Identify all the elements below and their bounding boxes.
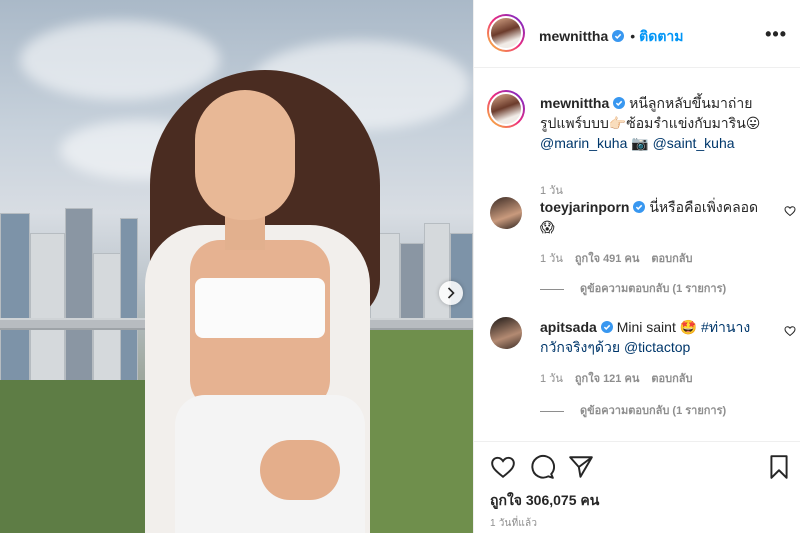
author-username[interactable]: mewnittha xyxy=(539,28,608,44)
comment-mention-link[interactable]: @tictactop xyxy=(624,339,690,355)
comment-text: apitsada Mini saint 🤩 #ท่านางกวักจริงๆด้… xyxy=(540,317,768,357)
person-hands xyxy=(260,440,340,500)
comment-likes[interactable]: ถูกใจ 121 คน xyxy=(575,373,639,385)
verified-badge-icon xyxy=(633,201,646,213)
caption-mention-link[interactable]: @marin_kuha xyxy=(540,135,627,151)
reply-button[interactable]: ตอบกลับ xyxy=(651,253,692,265)
camera-emoji: 📷 xyxy=(631,135,649,151)
caption-mention-link[interactable]: @saint_kuha xyxy=(653,135,735,151)
next-photo-button[interactable] xyxy=(439,281,463,305)
comment: apitsada Mini saint 🤩 #ท่านางกวักจริงๆด้… xyxy=(490,315,796,425)
view-replies-label: ดูข้อความตอบกลับ (1 รายการ) xyxy=(580,405,727,417)
comments-list[interactable]: mewnittha หนีลูกหลับขึ้นมาถ่ายรูปแพร์บบบ… xyxy=(474,69,800,441)
instagram-post-modal: mewnittha • ติดตาม ••• mewnittha หนีลูกหลั… xyxy=(0,0,800,533)
comment: toeyjarinporn นี่หรือคือเพิ่งคลอด😱 1 วัน… xyxy=(490,195,796,305)
comment-text: toeyjarinporn นี่หรือคือเพิ่งคลอด😱 xyxy=(540,197,768,237)
verified-badge-icon xyxy=(613,97,626,109)
divider-line xyxy=(540,288,564,290)
verified-badge-icon xyxy=(612,30,625,42)
more-options-button[interactable]: ••• xyxy=(765,24,787,45)
verified-badge-icon xyxy=(600,321,613,333)
comment-time[interactable]: 1 วัน xyxy=(540,253,563,265)
person-face xyxy=(195,90,295,220)
view-replies-button[interactable]: ดูข้อความตอบกลับ (1 รายการ) xyxy=(540,401,726,419)
comment-meta: 1 วัน ถูกใจ 121 คน ตอบกลับ xyxy=(540,369,704,387)
like-comment-heart-icon[interactable] xyxy=(784,325,796,337)
commenter-avatar[interactable] xyxy=(490,197,522,229)
post-actions: ถูกใจ 306,075 คน 1 วันที่แล้ว xyxy=(474,441,800,533)
post-photo[interactable] xyxy=(0,0,473,533)
share-icon[interactable] xyxy=(568,454,594,480)
like-heart-icon[interactable] xyxy=(490,454,516,480)
commenter-username[interactable]: toeyjarinporn xyxy=(540,199,629,215)
commenter-avatar[interactable] xyxy=(490,317,522,349)
commenter-username[interactable]: apitsada xyxy=(540,319,597,335)
author-username[interactable]: mewnittha xyxy=(540,95,609,111)
post-sidebar: mewnittha • ติดตาม ••• mewnittha หนีลูกหลั… xyxy=(473,0,800,533)
author-line: mewnittha • ติดตาม xyxy=(539,26,684,48)
park xyxy=(0,380,150,533)
comment-time[interactable]: 1 วัน xyxy=(540,373,563,385)
view-replies-label: ดูข้อความตอบกลับ (1 รายการ) xyxy=(580,283,727,295)
author-avatar[interactable] xyxy=(487,90,525,128)
comment-meta: 1 วัน ถูกใจ 491 คน ตอบกลับ xyxy=(540,249,704,267)
like-comment-heart-icon[interactable] xyxy=(784,205,796,217)
chevron-right-icon xyxy=(447,287,455,299)
caption-text: mewnittha หนีลูกหลับขึ้นมาถ่ายรูปแพร์บบบ… xyxy=(540,93,768,153)
bookmark-icon[interactable] xyxy=(766,454,792,480)
person-top xyxy=(195,278,325,338)
separator-dot: • xyxy=(630,28,636,44)
comment-icon[interactable] xyxy=(529,454,555,480)
likes-count[interactable]: ถูกใจ 306,075 คน xyxy=(490,490,599,512)
post-timestamp[interactable]: 1 วันที่แล้ว xyxy=(490,516,537,531)
view-replies-button[interactable]: ดูข้อความตอบกลับ (1 รายการ) xyxy=(540,279,726,297)
post-header: mewnittha • ติดตาม ••• xyxy=(474,0,800,68)
author-avatar[interactable] xyxy=(487,14,525,52)
reply-button[interactable]: ตอบกลับ xyxy=(651,373,692,385)
follow-button[interactable]: ติดตาม xyxy=(639,28,683,44)
divider-line xyxy=(540,410,564,412)
comment-likes[interactable]: ถูกใจ 491 คน xyxy=(575,253,639,265)
caption: mewnittha หนีลูกหลับขึ้นมาถ่ายรูปแพร์บบบ… xyxy=(487,90,790,197)
comment-body: Mini saint 🤩 xyxy=(616,319,702,335)
cloud xyxy=(20,20,220,100)
